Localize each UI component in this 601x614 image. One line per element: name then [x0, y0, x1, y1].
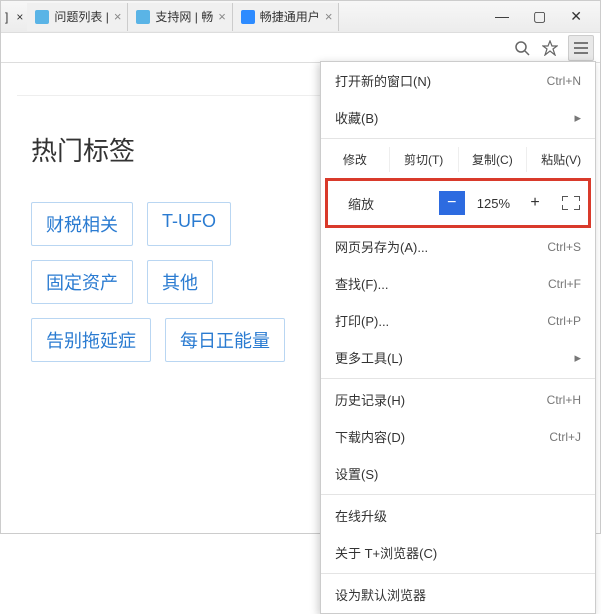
tag-item[interactable]: 每日正能量	[165, 318, 285, 362]
menu-settings[interactable]: 设置(S)	[321, 455, 595, 492]
menu-label: 网页另存为(A)...	[335, 237, 428, 256]
tab-label: 畅捷通用户	[260, 8, 320, 25]
shortcut: Ctrl+J	[549, 430, 581, 444]
cut-button[interactable]: 剪切(T)	[390, 147, 459, 172]
menu-label: 查找(F)...	[335, 274, 388, 293]
menu-label: 下载内容(D)	[335, 427, 405, 446]
menu-label: 设置(S)	[335, 464, 378, 483]
menu-print[interactable]: 打印(P)... Ctrl+P	[321, 302, 595, 339]
close-button[interactable]: ✕	[570, 8, 582, 25]
zoom-controls: 缩放 − 125% +	[325, 178, 591, 228]
chevron-right-icon: ▸	[574, 350, 581, 366]
menu-about[interactable]: 关于 T+浏览器(C)	[321, 534, 595, 571]
tag-list: 财税相关 T-UFO 固定资产 其他 告别拖延症 每日正能量	[25, 202, 305, 362]
menu-label: 更多工具(L)	[335, 348, 403, 367]
chevron-right-icon: ▸	[574, 110, 581, 126]
tab-issues[interactable]: 问题列表 | ×	[27, 3, 128, 31]
edit-label: 修改	[321, 147, 390, 172]
zoom-value: 125%	[473, 196, 514, 211]
menu-favorites[interactable]: 收藏(B) ▸	[321, 99, 595, 136]
menu-button[interactable]	[568, 35, 594, 61]
menu-label: 在线升级	[335, 506, 387, 525]
minimize-button[interactable]: —	[495, 8, 509, 25]
edit-row: 修改 剪切(T) 复制(C) 粘贴(V)	[321, 141, 595, 178]
shortcut: Ctrl+P	[547, 314, 581, 328]
menu-downloads[interactable]: 下载内容(D) Ctrl+J	[321, 418, 595, 455]
tag-item[interactable]: T-UFO	[147, 202, 231, 246]
menu-label: 历史记录(H)	[335, 390, 405, 409]
favicon-icon	[136, 10, 150, 24]
menu-label: 设为默认浏览器	[335, 585, 426, 604]
shortcut: Ctrl+S	[547, 240, 581, 254]
browser-toolbar	[1, 33, 600, 63]
close-icon[interactable]: ×	[12, 10, 27, 24]
close-icon[interactable]: ×	[114, 9, 122, 24]
menu-divider	[321, 378, 595, 379]
menu-find[interactable]: 查找(F)... Ctrl+F	[321, 265, 595, 302]
menu-new-window[interactable]: 打开新的窗口(N) Ctrl+N	[321, 62, 595, 99]
paste-button[interactable]: 粘贴(V)	[527, 147, 595, 172]
zoom-label: 缩放	[348, 194, 374, 213]
menu-label: 关于 T+浏览器(C)	[335, 543, 437, 562]
fullscreen-icon[interactable]	[562, 196, 580, 210]
main-menu: 打开新的窗口(N) Ctrl+N 收藏(B) ▸ 修改 剪切(T) 复制(C) …	[320, 61, 596, 614]
shortcut: Ctrl+F	[548, 277, 581, 291]
close-icon[interactable]: ×	[218, 9, 226, 24]
menu-divider	[321, 494, 595, 495]
menu-divider	[321, 573, 595, 574]
menu-history[interactable]: 历史记录(H) Ctrl+H	[321, 381, 595, 418]
search-icon[interactable]	[512, 38, 532, 58]
menu-set-default[interactable]: 设为默认浏览器	[321, 576, 595, 613]
tab-fragment: ]	[1, 10, 12, 24]
tab-label: 支持网 | 畅	[155, 8, 213, 25]
menu-more-tools[interactable]: 更多工具(L) ▸	[321, 339, 595, 376]
maximize-button[interactable]: ▢	[533, 8, 546, 25]
tab-chanjet[interactable]: 畅捷通用户 ×	[233, 3, 340, 31]
tab-label: 问题列表 |	[54, 8, 108, 25]
tag-item[interactable]: 告别拖延症	[31, 318, 151, 362]
menu-label: 收藏(B)	[335, 108, 378, 127]
tag-item[interactable]: 固定资产	[31, 260, 133, 304]
tag-item[interactable]: 其他	[147, 260, 213, 304]
tab-bar: ] × 问题列表 | × 支持网 | 畅 × 畅捷通用户 × — ▢ ✕	[1, 1, 600, 33]
copy-button[interactable]: 复制(C)	[459, 147, 528, 172]
zoom-out-button[interactable]: −	[439, 191, 465, 215]
favicon-icon	[35, 10, 49, 24]
shortcut: Ctrl+H	[547, 393, 581, 407]
menu-save-as[interactable]: 网页另存为(A)... Ctrl+S	[321, 228, 595, 265]
star-icon[interactable]	[540, 38, 560, 58]
zoom-in-button[interactable]: +	[522, 191, 548, 215]
menu-divider	[321, 138, 595, 139]
shortcut: Ctrl+N	[547, 74, 581, 88]
favicon-icon	[241, 10, 255, 24]
menu-label: 打印(P)...	[335, 311, 389, 330]
menu-online-upgrade[interactable]: 在线升级	[321, 497, 595, 534]
tab-support[interactable]: 支持网 | 畅 ×	[128, 3, 232, 31]
close-icon[interactable]: ×	[325, 9, 333, 24]
window-controls: — ▢ ✕	[495, 8, 600, 25]
menu-label: 打开新的窗口(N)	[335, 71, 431, 90]
tag-item[interactable]: 财税相关	[31, 202, 133, 246]
